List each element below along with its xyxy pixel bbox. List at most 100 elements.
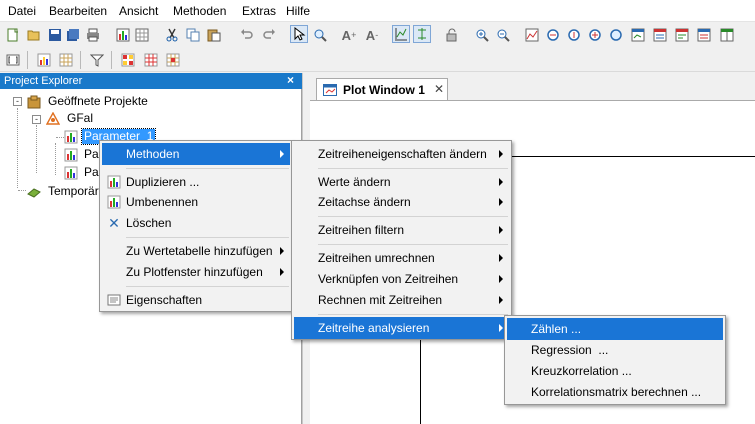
tab-close-icon[interactable]: ✕ [434, 82, 444, 96]
window-export-icon[interactable] [695, 26, 713, 44]
font-increase-icon[interactable]: A + [340, 26, 358, 44]
menu-item-zeitachse-aendern[interactable]: Zeitachse ändern [294, 191, 509, 213]
menu-item-regression[interactable]: Regression ... [507, 339, 723, 361]
submenu-arrow-icon [280, 150, 284, 158]
menu-item-verknuepfen[interactable]: Verknüpfen von Zeitreihen [294, 268, 509, 290]
zoom-x-icon[interactable] [544, 26, 562, 44]
menu-item-zeitreihen-filtern[interactable]: Zeitreihen filtern [294, 219, 509, 241]
tree-label: Temporär [48, 184, 99, 198]
menu-item-loeschen[interactable]: ✕ Löschen [102, 212, 290, 234]
main-toolbar: A + A- [0, 22, 755, 66]
chart-wizard-icon[interactable] [114, 26, 132, 44]
timeseries-icon [64, 130, 78, 143]
projects-folder-icon [27, 95, 41, 108]
bracket-icon[interactable] [4, 51, 22, 69]
menu-hilfe[interactable]: Hilfe [285, 5, 311, 18]
menubar: Datei Bearbeiten Ansicht Methoden Extras… [0, 0, 755, 22]
menu-item-eigenschaften[interactable]: Eigenschaften [102, 289, 290, 311]
tree-label: Pa [84, 165, 99, 179]
menu-item-zaehlen[interactable]: Zählen ... [507, 318, 723, 340]
context-menu: Methoden Duplizieren ... Umbenennen ✕ Lö… [99, 140, 293, 312]
menu-bearbeiten[interactable]: Bearbeiten [48, 5, 108, 18]
zoom-y-icon[interactable] [565, 26, 583, 44]
menu-item-korrelationsmatrix[interactable]: Korrelationsmatrix berechnen ... [507, 381, 723, 403]
temp-folder-icon [27, 187, 41, 198]
tab-plot-window-1[interactable]: Plot Window 1 ✕ [316, 78, 448, 100]
menu-item-kreuzkorrelation[interactable]: Kreuzkorrelation ... [507, 360, 723, 382]
zoom-out-icon[interactable] [494, 26, 512, 44]
tree-node-temp[interactable]: Temporär [27, 183, 101, 200]
submenu-arrow-icon [499, 324, 503, 332]
matrix-icon[interactable] [142, 51, 160, 69]
menu-item-methoden[interactable]: Methoden [102, 143, 290, 165]
paste-icon[interactable] [205, 26, 223, 44]
menu-methoden[interactable]: Methoden [172, 5, 227, 18]
menu-item-duplizieren[interactable]: Duplizieren ... [102, 171, 290, 193]
menu-item-add-to-value-table[interactable]: Zu Wertetabelle hinzufügen [102, 240, 290, 262]
open-folder-icon[interactable] [25, 26, 43, 44]
heatmap-icon[interactable] [119, 51, 137, 69]
submenu-arrow-icon [499, 178, 503, 186]
secondary-toolbar [0, 48, 755, 72]
methoden-submenu: Zeitreiheneigenschaften ändern Werte änd… [291, 140, 512, 340]
zoom-all-icon[interactable] [586, 26, 604, 44]
save-all-icon[interactable] [64, 26, 82, 44]
window-layout-icon[interactable] [651, 26, 669, 44]
axis-scale-icon[interactable] [413, 25, 431, 43]
cut-icon[interactable] [163, 26, 181, 44]
tree-node-open-projects[interactable]: Geöffnete Projekte [27, 93, 150, 110]
font-decrease-icon[interactable]: A- [363, 26, 381, 44]
menu-item-werte-aendern[interactable]: Werte ändern [294, 171, 509, 193]
expand-toggle-root[interactable]: - [13, 97, 22, 106]
autoscale-icon[interactable] [392, 25, 410, 43]
pointer-tool-icon[interactable] [290, 25, 308, 43]
submenu-arrow-icon [499, 254, 503, 262]
menu-datei[interactable]: Datei [7, 5, 37, 18]
rename-icon [106, 194, 122, 210]
chart-settings-icon[interactable] [629, 26, 647, 44]
undo-icon[interactable] [238, 26, 256, 44]
copy-icon[interactable] [184, 26, 202, 44]
timeseries-icon [64, 166, 78, 179]
zoom-reset-icon[interactable] [607, 26, 625, 44]
properties-icon [106, 292, 122, 308]
save-icon[interactable] [46, 26, 64, 44]
window-list-icon[interactable] [673, 26, 691, 44]
menu-item-zeitreihe-analysieren[interactable]: Zeitreihe analysieren [294, 317, 509, 339]
project-icon [46, 111, 60, 125]
tree-node-item-2[interactable]: Pa [64, 146, 101, 163]
lock-icon[interactable] [443, 26, 461, 44]
tree-label: GFal [67, 111, 94, 125]
tree-node-project-gfal[interactable]: GFal [46, 110, 95, 127]
tab-title: Plot Window 1 [343, 82, 425, 97]
bar-chart-icon[interactable] [35, 51, 53, 69]
close-icon[interactable]: × [287, 73, 294, 88]
matrix-alt-icon[interactable] [164, 51, 182, 69]
menu-extras[interactable]: Extras [241, 5, 277, 18]
menu-item-rechnen[interactable]: Rechnen mit Zeitreihen [294, 289, 509, 311]
table-icon[interactable] [133, 26, 151, 44]
menu-item-zeitreiheneigenschaften[interactable]: Zeitreiheneigenschaften ändern [294, 143, 509, 165]
project-explorer-header: Project Explorer × [0, 73, 302, 89]
chart-overview-icon[interactable] [523, 26, 541, 44]
redo-icon[interactable] [260, 26, 278, 44]
submenu-arrow-icon [499, 226, 503, 234]
print-icon[interactable] [84, 26, 102, 44]
tree-label: Geöffnete Projekte [48, 94, 148, 108]
tree-node-item-3[interactable]: Pa [64, 164, 101, 181]
submenu-arrow-icon [280, 268, 284, 276]
zoom-tool-icon[interactable] [311, 26, 329, 44]
plot-window-icon [323, 83, 337, 96]
submenu-arrow-icon [280, 247, 284, 255]
menu-ansicht[interactable]: Ansicht [118, 5, 159, 18]
zoom-in-icon[interactable] [473, 26, 491, 44]
menu-item-umbenennen[interactable]: Umbenennen [102, 191, 290, 213]
grid-chart-icon[interactable] [57, 51, 75, 69]
menu-item-add-to-plot-window[interactable]: Zu Plotfenster hinzufügen [102, 261, 290, 283]
menu-item-zeitreihen-umrechnen[interactable]: Zeitreihen umrechnen [294, 247, 509, 269]
expand-toggle-project[interactable]: - [32, 115, 41, 124]
window-tile-icon[interactable] [718, 26, 736, 44]
tree-label: Pa [84, 147, 99, 161]
new-icon[interactable] [4, 26, 22, 44]
filter-icon[interactable] [88, 51, 106, 69]
